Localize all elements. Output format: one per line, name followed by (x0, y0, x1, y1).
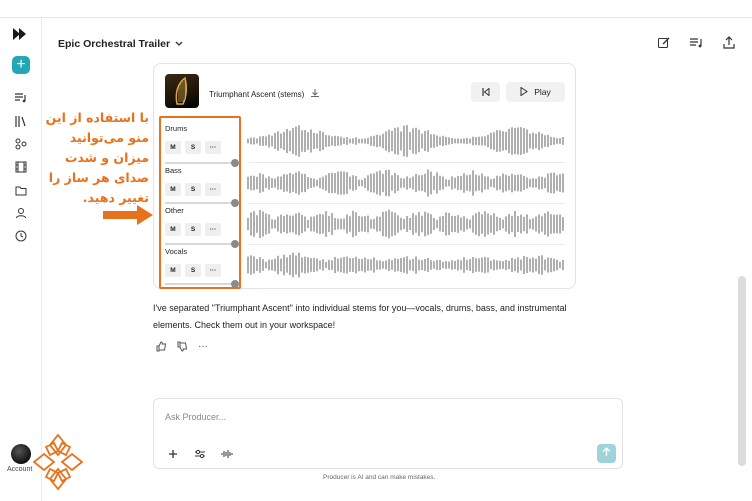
waveform-drums[interactable] (247, 121, 565, 158)
assistant-message: I've separated "Triumphant Ascent" into … (153, 303, 567, 330)
mute-button[interactable]: M (165, 141, 181, 154)
mute-button[interactable]: M (165, 183, 181, 196)
disclaimer: Producer is AI and can make mistakes. (323, 474, 436, 481)
scrollbar-thumb[interactable] (738, 276, 746, 466)
waveform-other[interactable] (247, 203, 565, 240)
more-button[interactable]: ··· (205, 264, 221, 277)
arrow-right-icon (103, 205, 153, 225)
stem-name: Bass (165, 166, 182, 175)
avatar[interactable] (11, 444, 31, 464)
chevron-down-icon (175, 38, 183, 50)
mute-button[interactable]: M (165, 264, 181, 277)
solo-button[interactable]: S (185, 223, 201, 236)
video-icon[interactable] (13, 159, 29, 175)
message-actions: ··· (155, 340, 209, 352)
thumbs-up-icon[interactable] (155, 340, 167, 352)
plus-icon[interactable] (166, 447, 180, 461)
top-bar (0, 0, 752, 18)
edit-icon[interactable] (657, 36, 671, 50)
project-title-dropdown[interactable]: Epic Orchestral Trailer (58, 38, 183, 50)
play-button[interactable]: Play (506, 82, 565, 102)
audio-waveform-icon[interactable] (220, 447, 234, 461)
stem-bass: Bass M S ··· (165, 166, 239, 207)
solo-button[interactable]: S (185, 141, 201, 154)
volume-slider[interactable] (165, 199, 239, 207)
track-title: Triumphant Ascent (stems) (209, 88, 320, 100)
history-icon[interactable] (13, 228, 29, 244)
waveform-bass[interactable] (247, 162, 565, 199)
play-icon (520, 86, 529, 98)
stem-name: Drums (165, 124, 188, 133)
mute-button[interactable]: M (165, 223, 181, 236)
stem-drums: Drums M S ··· (165, 124, 239, 167)
queue-icon[interactable] (13, 90, 29, 106)
more-button[interactable]: ··· (205, 223, 221, 236)
more-icon[interactable]: ··· (197, 340, 209, 352)
skip-back-icon (481, 83, 490, 101)
thumbs-down-icon[interactable] (176, 340, 188, 352)
stems-player-card: Triumphant Ascent (stems) Play Drums M S… (153, 63, 576, 289)
prompt-composer[interactable]: Ask Producer... (153, 398, 623, 469)
library-icon[interactable] (13, 113, 29, 129)
track-title-text: Triumphant Ascent (stems) (209, 89, 305, 99)
waveform-vocals[interactable] (247, 244, 565, 281)
stems-mixer-panel: Drums M S ··· Bass M S ··· Other M S ··· (159, 116, 241, 289)
stem-name: Vocals (165, 247, 188, 256)
ornament-logo (32, 433, 84, 491)
more-button[interactable]: ··· (205, 141, 221, 154)
solo-button[interactable]: S (185, 183, 201, 196)
volume-knob[interactable] (231, 280, 239, 288)
volume-slider[interactable] (165, 280, 239, 288)
plus-icon: + (16, 56, 26, 73)
cover-art (165, 74, 199, 108)
more-button[interactable]: ··· (205, 183, 221, 196)
volume-slider[interactable] (165, 240, 239, 248)
prompt-input[interactable]: Ask Producer... (165, 412, 226, 422)
volume-slider[interactable] (165, 159, 239, 167)
composer-tools (166, 447, 234, 461)
arrow-up-icon (602, 447, 611, 460)
stem-vocals: Vocals M S ··· (165, 247, 239, 288)
solo-button[interactable]: S (185, 264, 201, 277)
logo-icon[interactable] (12, 26, 28, 42)
queue-icon[interactable] (689, 36, 703, 50)
connections-icon[interactable] (13, 136, 29, 152)
folder-icon[interactable] (13, 182, 29, 198)
sidebar: + Account (0, 19, 42, 501)
page-title: Epic Orchestral Trailer (58, 38, 171, 50)
share-icon[interactable] (722, 36, 736, 50)
stem-name: Other (165, 206, 184, 215)
play-label: Play (534, 87, 551, 97)
stem-other: Other M S ··· (165, 206, 239, 248)
user-icon[interactable] (13, 205, 29, 221)
annotation-text: با استفاده از این منو می‌توانید میزان و … (45, 110, 149, 205)
skip-back-button[interactable] (471, 82, 500, 102)
new-chat-button[interactable]: + (12, 56, 30, 74)
download-icon[interactable] (310, 88, 320, 100)
account-label[interactable]: Account (7, 466, 32, 473)
send-button[interactable] (597, 444, 616, 463)
settings-sliders-icon[interactable] (193, 447, 207, 461)
